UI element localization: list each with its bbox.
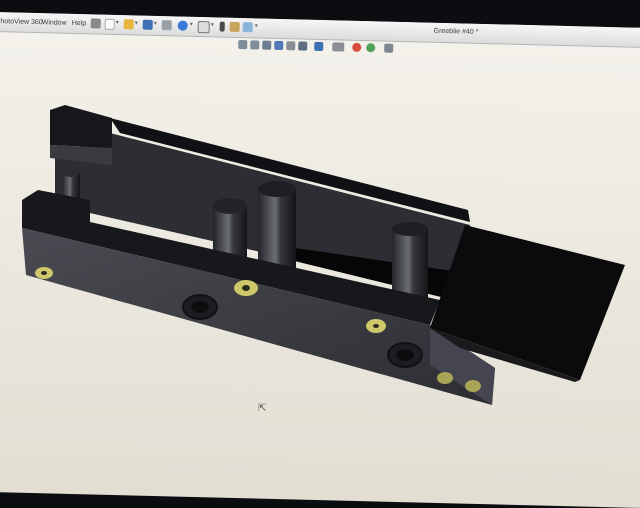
- 3d-part-viewport[interactable]: [0, 0, 640, 480]
- screw-head: [41, 271, 47, 275]
- counterbore-hole: [191, 301, 209, 313]
- screw-head: [373, 324, 379, 328]
- rod-end: [62, 167, 80, 177]
- guide-rod: [258, 188, 296, 268]
- rod-end: [392, 222, 428, 236]
- upper-end-block-top: [50, 105, 112, 148]
- screw-head: [437, 372, 453, 384]
- counterbore-hole: [396, 349, 414, 361]
- rod-end: [213, 198, 247, 214]
- rod-end: [258, 181, 296, 197]
- mouse-cursor-icon: ⇱: [258, 403, 267, 414]
- screw-head: [465, 380, 481, 392]
- screw-head: [242, 285, 250, 291]
